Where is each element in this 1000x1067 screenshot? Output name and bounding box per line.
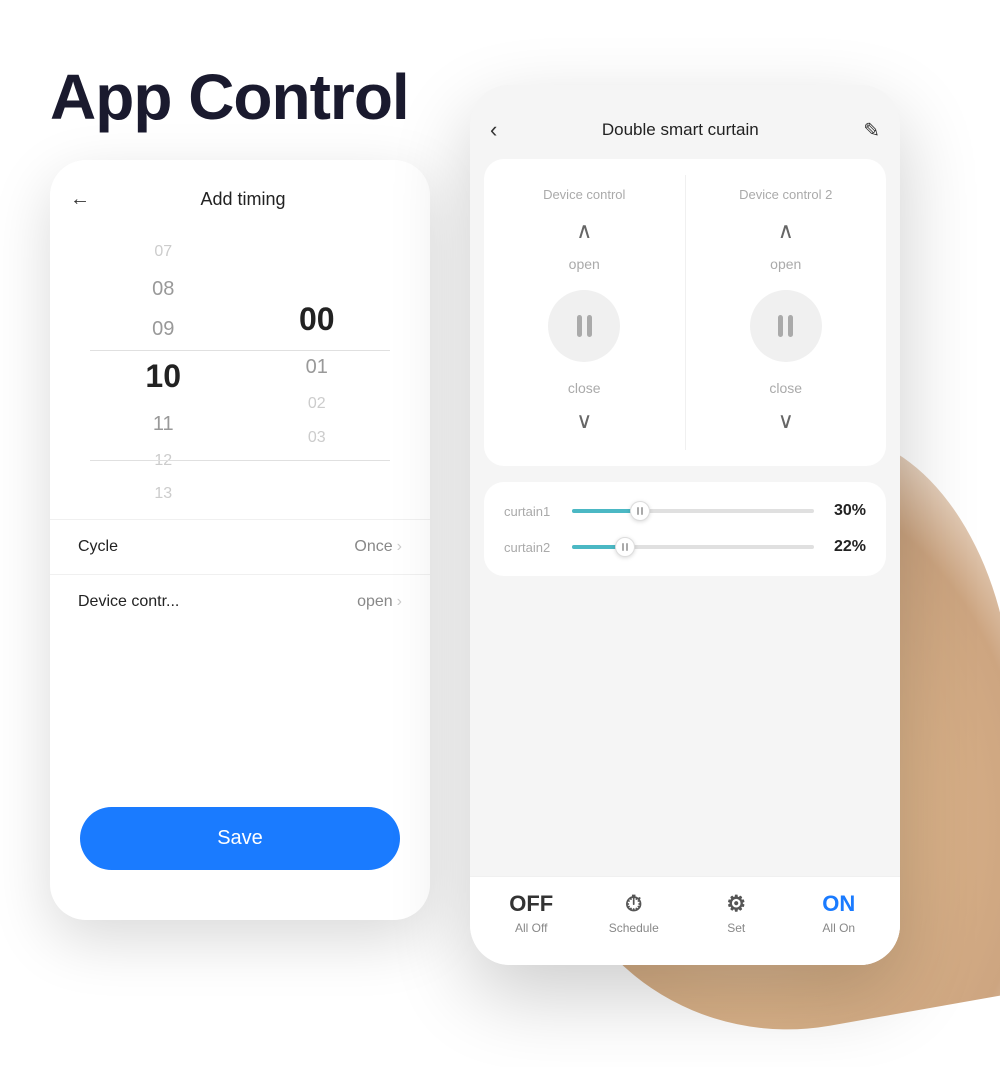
cycle-value: Once › [354,538,402,556]
hour-item: 09 [152,309,174,349]
curtain-title: Double smart curtain [497,120,863,140]
all-off-button[interactable]: OFF All Off [496,891,566,935]
hour-item: 13 [154,477,172,511]
device-col-1: Device control ∧ open close ∨ [484,175,686,450]
close-down-icon-2[interactable]: ∨ [778,408,794,434]
sliders-area: curtain1 30% curtain2 [484,482,886,576]
minute-item: 02 [308,387,326,421]
schedule-label: Schedule [609,921,659,935]
curtain2-label: curtain2 [504,540,564,555]
time-picker[interactable]: 07 08 09 10 11 12 13 00 01 02 03 [70,227,410,519]
cycle-row[interactable]: Cycle Once › [50,519,430,574]
save-button[interactable]: Save [80,807,400,870]
chevron-right-icon: › [397,538,402,556]
open-label-2: open [770,256,801,272]
schedule-button[interactable]: ⏱ Schedule [599,891,669,935]
on-icon: ON [822,891,855,917]
device-value: open › [357,593,402,611]
set-label: Set [727,921,745,935]
thumb-icon [637,507,643,515]
minute-selected: 00 [299,292,335,347]
curtain2-thumb[interactable] [615,537,635,557]
cycle-label: Cycle [78,538,118,556]
device-col-2: Device control 2 ∧ open close ∨ [686,175,887,450]
curtain2-percent: 22% [822,538,866,556]
page-title: App Control [50,60,409,134]
schedule-icon: ⏱ [625,891,642,917]
close-label-1: close [568,380,601,396]
open-up-icon[interactable]: ∧ [576,218,592,244]
close-label-2: close [769,380,802,396]
curtain-back-icon[interactable]: ‹ [490,117,497,143]
thumb-icon [622,543,628,551]
back-icon[interactable]: ← [70,188,90,211]
device-col1-label: Device control [543,187,625,202]
curtain1-row: curtain1 30% [504,502,866,520]
timing-header: ← Add timing [50,160,430,227]
off-icon: OFF [509,891,553,917]
all-off-label: All Off [515,921,547,935]
curtain2-track[interactable] [572,545,814,549]
device-row[interactable]: Device contr... open › [50,574,430,629]
bottom-bar: OFF All Off ⏱ Schedule ⚙ Set ON All On [470,876,900,965]
pause-icon-1 [577,315,592,337]
curtain1-label: curtain1 [504,504,564,519]
curtain1-percent: 30% [822,502,866,520]
pause-icon-2 [778,315,793,337]
curtain-edit-icon[interactable]: ✎ [863,118,880,143]
curtain1-thumb[interactable] [630,501,650,521]
minutes-column[interactable]: 00 01 02 03 [254,292,380,454]
device-col2-label: Device control 2 [739,187,832,202]
curtain2-row: curtain2 22% [504,538,866,556]
open-label-1: open [569,256,600,272]
device-controls: Device control ∧ open close ∨ Device con… [484,159,886,466]
hour-item: 11 [153,404,174,444]
minute-item: 03 [308,421,326,455]
curtain1-track[interactable] [572,509,814,513]
device-label: Device contr... [78,593,179,611]
pause-button-1[interactable] [548,290,620,362]
hour-item: 08 [152,269,174,309]
pause-button-2[interactable] [750,290,822,362]
left-phone: ← Add timing 07 08 09 10 11 12 13 00 01 … [50,160,430,920]
set-button[interactable]: ⚙ Set [701,891,771,935]
hours-column[interactable]: 07 08 09 10 11 12 13 [100,235,226,511]
save-btn-area: Save [50,629,430,920]
all-on-label: All On [822,921,855,935]
hour-item: 12 [154,444,172,478]
open-up-icon-2[interactable]: ∧ [778,218,794,244]
right-phone: ‹ Double smart curtain ✎ Device control … [470,85,900,965]
time-separator [226,358,253,388]
curtain-header: ‹ Double smart curtain ✎ [470,85,900,159]
spacer [470,576,900,876]
all-on-button[interactable]: ON All On [804,891,874,935]
set-icon: ⚙ [726,891,746,917]
hour-item: 07 [154,235,172,269]
minute-item: 01 [306,347,328,387]
timing-title: Add timing [106,189,380,210]
close-down-icon-1[interactable]: ∨ [576,408,592,434]
hour-selected: 10 [145,349,181,404]
chevron-right-icon: › [397,593,402,611]
